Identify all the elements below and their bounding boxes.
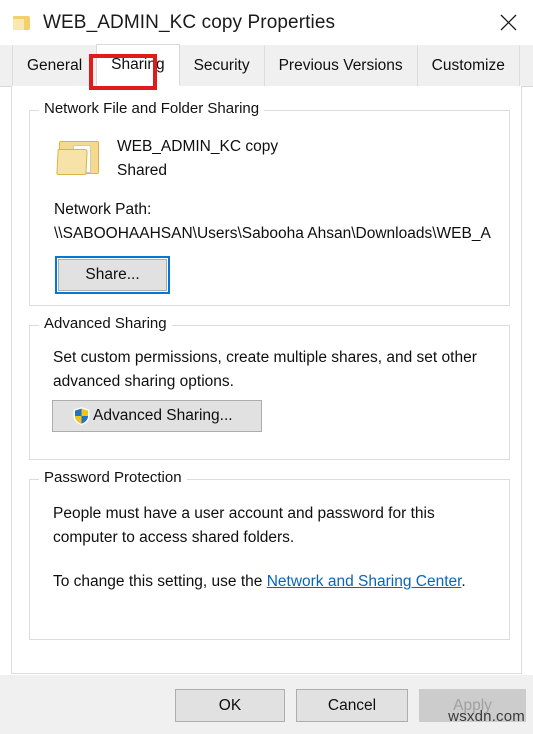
folder-icon [13,15,31,31]
share-button[interactable]: Share... [55,256,170,294]
watermark: wsxdn.com [448,708,525,725]
dialog-footer: OK Cancel Apply [0,674,533,734]
note-suffix: . [461,573,466,590]
network-path-value: \\SABOOHAAHSAN\Users\Sabooha Ahsan\Downl… [54,225,491,242]
title-bar: WEB_ADMIN_KC copy Properties [0,0,533,45]
network-path-label: Network Path: [54,201,152,218]
tab-sharing[interactable]: Sharing [96,44,180,86]
password-protection-note: To change this setting, use the Network … [53,570,498,594]
tab-customize[interactable]: Customize [416,45,520,86]
window-title: WEB_ADMIN_KC copy Properties [43,11,336,33]
tab-previous-versions[interactable]: Previous Versions [263,45,418,86]
network-file-and-folder-sharing-group: Network File and Folder Sharing WEB_ADMI… [29,100,510,306]
sharing-tab-panel: Network File and Folder Sharing WEB_ADMI… [11,86,522,674]
password-protection-group: Password Protection People must have a u… [29,469,510,640]
shared-folder-icon [56,137,101,177]
ok-button[interactable]: OK [175,689,285,722]
tab-general[interactable]: General [12,45,98,86]
share-name-label: WEB_ADMIN_KC copy [117,138,279,155]
cancel-button[interactable]: Cancel [296,689,408,722]
password-protection-legend: Password Protection [39,469,187,486]
note-prefix: To change this setting, use the [53,573,267,590]
tab-strip: General Sharing Security Previous Versio… [0,44,533,87]
uac-shield-icon [73,407,90,425]
advanced-sharing-button[interactable]: Advanced Sharing... [52,400,262,432]
advanced-sharing-legend: Advanced Sharing [39,315,172,332]
network-and-sharing-center-link[interactable]: Network and Sharing Center [267,573,462,590]
advanced-sharing-description: Set custom permissions, create multiple … [53,349,477,390]
advanced-sharing-group: Advanced Sharing Set custom permissions,… [29,315,510,460]
password-protection-description: People must have a user account and pass… [53,505,435,546]
network-sharing-legend: Network File and Folder Sharing [39,100,265,117]
advanced-sharing-button-label: Advanced Sharing... [93,407,233,424]
close-icon[interactable] [483,0,533,45]
share-status-label: Shared [117,162,167,179]
tab-security[interactable]: Security [178,45,265,86]
